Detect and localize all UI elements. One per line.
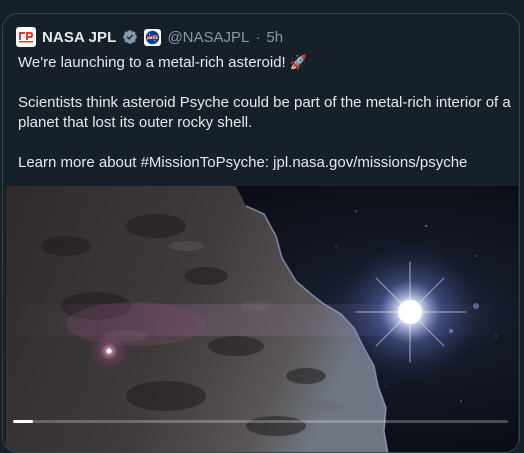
- tweet-paragraph-3: Learn more about #MissionToPsyche: jpl.n…: [18, 153, 513, 173]
- tweet-video[interactable]: [6, 186, 518, 452]
- tweet-line-1: We're launching to a metal-rich asteroid…: [18, 52, 513, 73]
- tweet-headline: We're launching to a metal-rich asteroid…: [18, 54, 286, 71]
- header-separator: ·: [255, 28, 261, 46]
- tweet-paragraph-2: Scientists think asteroid Psyche could b…: [18, 94, 511, 131]
- author-handle[interactable]: @NASAJPL: [167, 29, 249, 46]
- video-progress-bar[interactable]: [13, 420, 508, 423]
- mission-url-link[interactable]: jpl.nasa.gov/missions/psyche: [273, 154, 467, 171]
- video-progress-fill: [13, 420, 33, 423]
- author-display-name[interactable]: NASA JPL: [42, 29, 116, 46]
- nasa-meatball-icon[interactable]: NASA: [144, 28, 162, 46]
- rocket-emoji-icon: 🚀: [289, 54, 308, 70]
- asteroid-psyche-video: [6, 186, 518, 452]
- jpl-logo-icon[interactable]: [16, 27, 36, 47]
- svg-text:NASA: NASA: [148, 36, 159, 40]
- learn-more-text: Learn more about: [18, 154, 141, 171]
- colon-text: :: [264, 154, 274, 171]
- verified-badge-icon[interactable]: [122, 29, 138, 45]
- tweet-timestamp[interactable]: 5h: [266, 29, 283, 46]
- tweet-header: NASA JPL NASA @NASAJPL · 5h: [16, 25, 283, 49]
- hashtag-link[interactable]: #MissionToPsyche: [141, 154, 265, 171]
- tweet-text: We're launching to a metal-rich asteroid…: [18, 52, 513, 173]
- tweet-card[interactable]: NASA JPL NASA @NASAJPL · 5h We're launch…: [2, 13, 520, 453]
